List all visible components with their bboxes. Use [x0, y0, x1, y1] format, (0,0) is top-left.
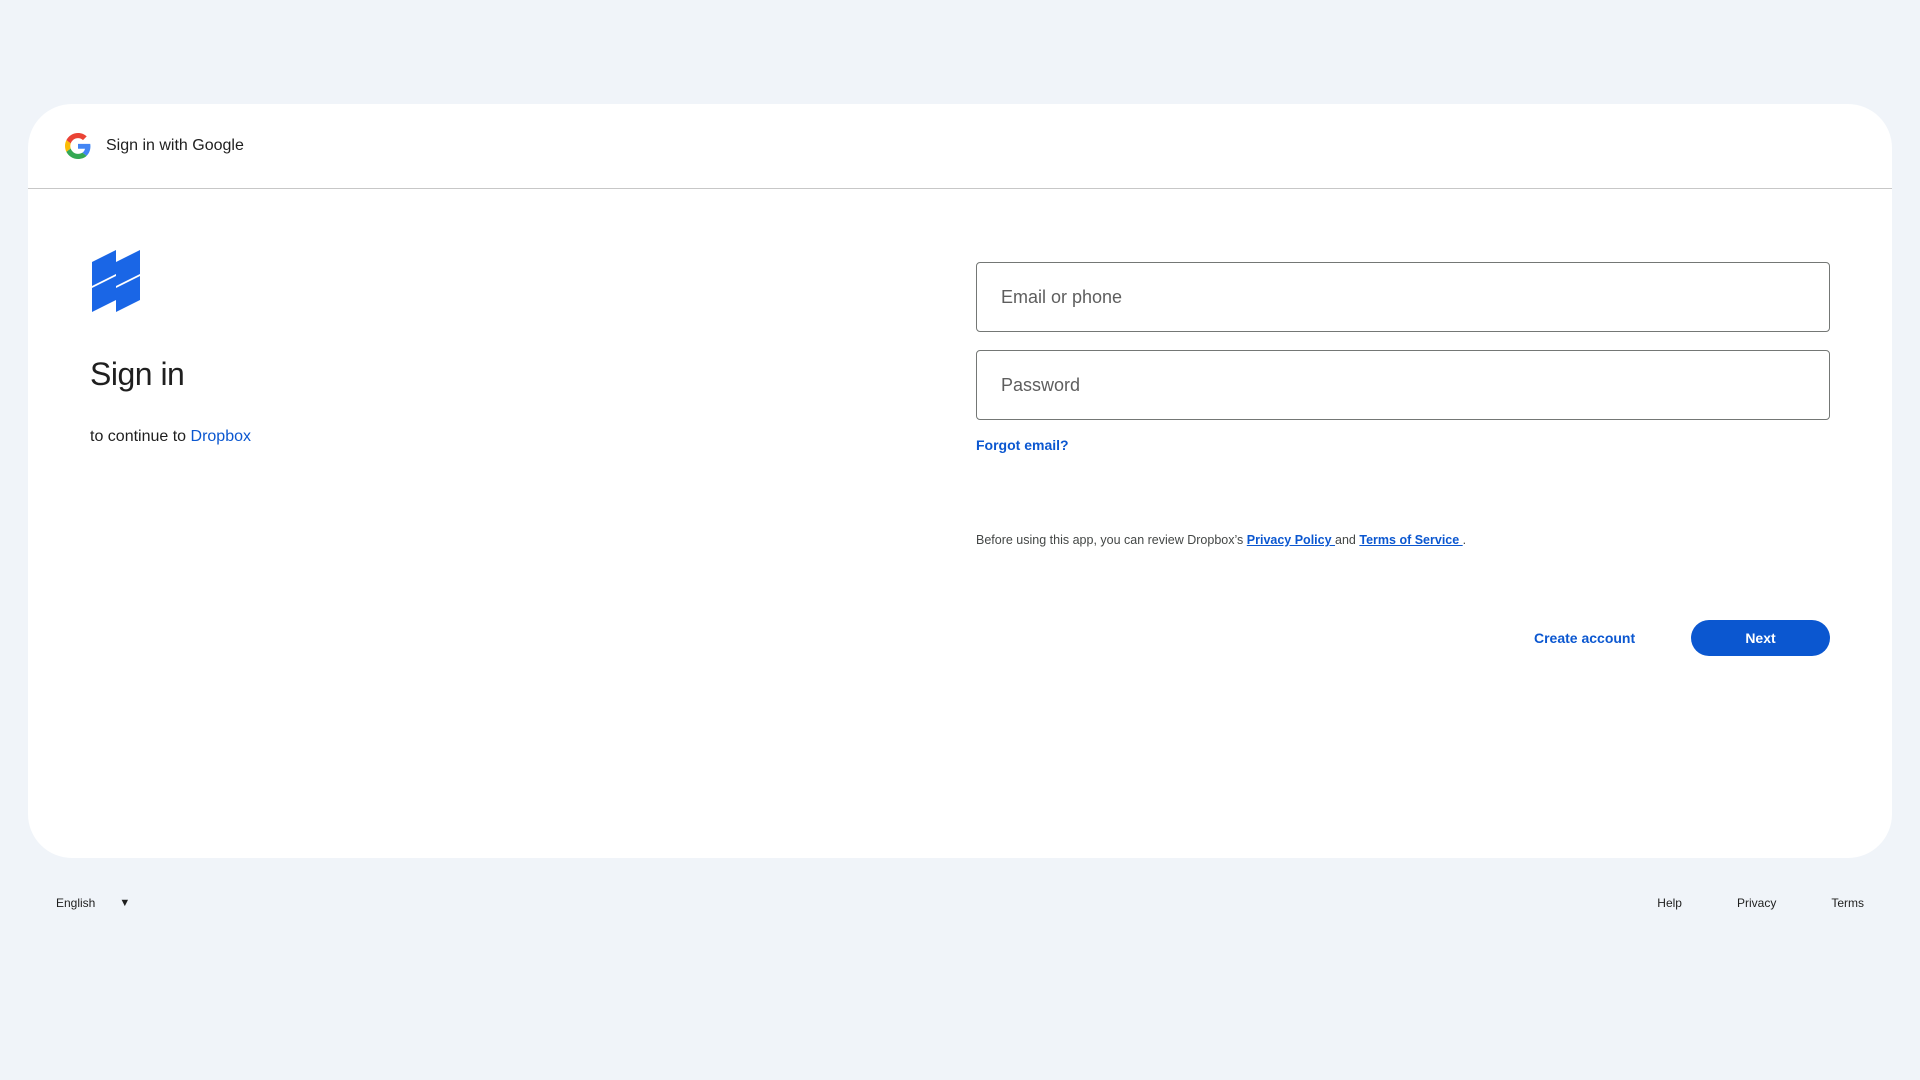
page-title: Sign in: [90, 356, 185, 392]
password-field[interactable]: [977, 351, 1829, 419]
app-brand-icon: [92, 250, 140, 312]
password-field-container: [976, 350, 1830, 420]
legal-notice: Before using this app, you can review Dr…: [976, 533, 1466, 547]
subtitle: to continue to Dropbox: [90, 428, 251, 446]
footer-links: Help Privacy Terms: [1657, 896, 1864, 910]
header-title: Sign in with Google: [106, 137, 244, 154]
language-label: English: [56, 896, 96, 910]
email-field[interactable]: [977, 263, 1829, 331]
language-selector[interactable]: English ▼: [56, 896, 130, 910]
legal-and: and: [1335, 533, 1360, 547]
email-field-container: [976, 262, 1830, 332]
google-g-icon: [65, 133, 91, 159]
terms-link[interactable]: Terms: [1831, 896, 1864, 910]
dropdown-arrow-icon: ▼: [119, 897, 131, 909]
privacy-policy-link[interactable]: Privacy Policy: [1247, 533, 1335, 547]
forgot-email-link[interactable]: Forgot email?: [976, 437, 1069, 453]
help-link[interactable]: Help: [1657, 896, 1682, 910]
create-account-button[interactable]: Create account: [1510, 620, 1659, 656]
sign-in-card: Sign in with Google Sign in to continue …: [28, 104, 1892, 858]
legal-prefix: Before using this app, you can review Dr…: [976, 533, 1247, 547]
next-button[interactable]: Next: [1691, 620, 1830, 656]
card-header: Sign in with Google: [28, 104, 1892, 189]
privacy-link[interactable]: Privacy: [1737, 896, 1776, 910]
footer: English ▼ Help Privacy Terms: [28, 892, 1892, 916]
subtitle-text: to continue to: [90, 428, 191, 445]
legal-suffix: .: [1462, 533, 1467, 547]
app-name-link[interactable]: Dropbox: [191, 428, 251, 445]
terms-of-service-link[interactable]: Terms of Service: [1359, 533, 1462, 547]
